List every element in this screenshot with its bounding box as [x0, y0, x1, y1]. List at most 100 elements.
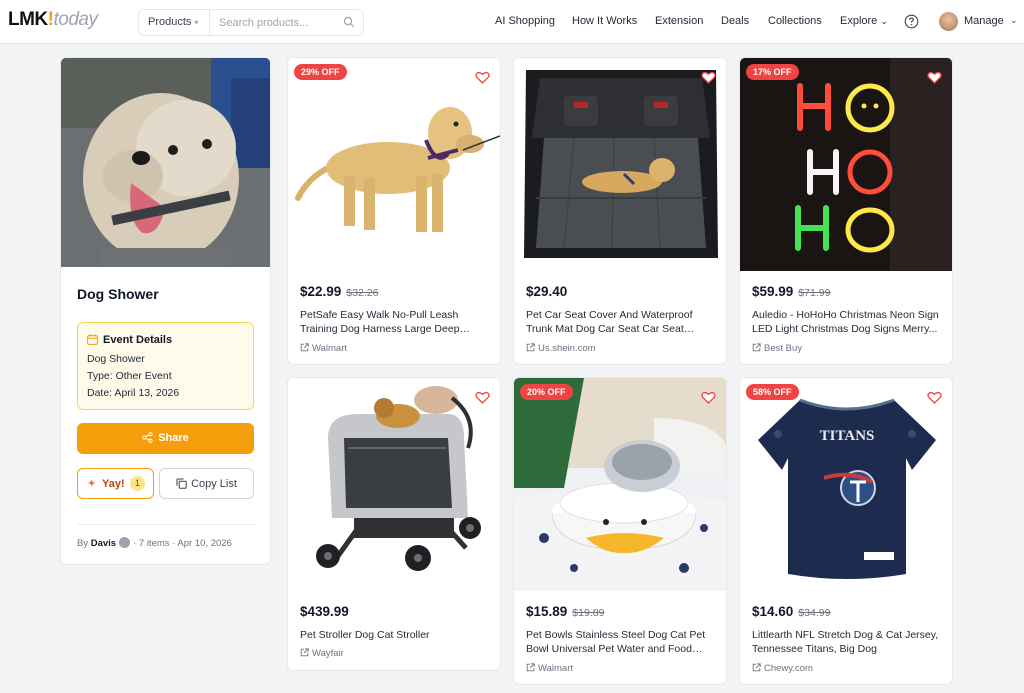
nav-collections[interactable]: Collections — [768, 15, 822, 27]
heart-icon[interactable] — [701, 70, 716, 85]
product-card[interactable]: TITANS 58% OFF $14.60 $34.99 Littlearth N… — [739, 377, 953, 685]
store-name: Chewy.com — [764, 663, 813, 674]
list-byline: By Davis · 7 items · Apr 10, 2026 — [77, 537, 232, 549]
party-popper-icon: ✦ — [87, 478, 97, 490]
product-title[interactable]: Pet Car Seat Cover And Waterproof Trunk … — [526, 308, 718, 336]
yay-label: Yay! — [102, 478, 125, 490]
yay-count: 1 — [130, 476, 145, 491]
event-heading-label: Event Details — [103, 334, 173, 346]
price-original: $34.99 — [798, 607, 831, 619]
heart-icon[interactable] — [927, 70, 942, 85]
search-input[interactable] — [211, 10, 337, 35]
nav-ai-shopping[interactable]: AI Shopping — [495, 15, 555, 27]
event-type: Type: Other Event — [87, 370, 172, 382]
store-link[interactable]: Wayfair — [300, 648, 344, 659]
product-image: 17% OFF — [740, 58, 952, 271]
store-name: Walmart — [312, 343, 348, 354]
heart-icon[interactable] — [475, 70, 490, 85]
nav-deals[interactable]: Deals — [721, 15, 749, 27]
product-price: $29.40 — [526, 284, 572, 299]
yay-button[interactable]: ✦ Yay! 1 — [77, 468, 154, 499]
logo-sub: today — [53, 9, 98, 30]
calendar-icon — [87, 334, 98, 345]
product-card[interactable]: $29.40 Pet Car Seat Cover And Waterproof… — [513, 57, 727, 365]
discount-badge: 58% OFF — [746, 384, 799, 400]
list-panel: Dog Shower Event Details Dog Shower Type… — [60, 57, 271, 565]
share-label: Share — [158, 432, 189, 444]
heart-icon[interactable] — [927, 390, 942, 405]
logo[interactable]: LMK!today — [8, 9, 98, 31]
product-image: 29% OFF — [288, 58, 500, 271]
price-current: $29.40 — [526, 284, 568, 299]
store-link[interactable]: Us.shein.com — [526, 343, 596, 354]
product-price: $439.99 — [300, 604, 354, 619]
by-prefix: By — [77, 538, 89, 549]
product-card[interactable]: 17% OFF $59.99 $71.99 Auledio - HoHoHo Ch… — [739, 57, 953, 365]
manage-menu[interactable]: Manage — [964, 15, 1004, 27]
chevron-down-icon: ⌄ — [880, 16, 888, 26]
nav-how-it-works[interactable]: How It Works — [572, 15, 637, 27]
event-name: Dog Shower — [87, 353, 145, 365]
product-price: $15.89 $19.89 — [526, 604, 604, 619]
event-details-heading: Event Details — [87, 334, 172, 346]
store-link[interactable]: Walmart — [526, 663, 573, 674]
search-icon[interactable] — [343, 16, 355, 28]
discount-badge: 20% OFF — [520, 384, 573, 400]
chevron-down-icon: ⌄ — [1010, 15, 1018, 25]
list-cover-image — [61, 58, 270, 267]
share-button[interactable]: Share — [77, 423, 254, 454]
event-date: Date: April 13, 2026 — [87, 387, 180, 399]
event-details-box: Event Details Dog Shower Type: Other Eve… — [77, 322, 254, 410]
chevron-down-icon: ▾ — [194, 18, 199, 27]
product-image — [514, 58, 726, 271]
divider — [77, 524, 254, 525]
external-link-icon — [752, 343, 761, 352]
discount-badge: 17% OFF — [746, 64, 799, 80]
heart-icon[interactable] — [701, 390, 716, 405]
nav-explore[interactable]: Explore ⌄ — [840, 15, 888, 27]
product-title[interactable]: PetSafe Easy Walk No-Pull Leash Training… — [300, 308, 492, 336]
price-current: $439.99 — [300, 604, 349, 619]
product-image: 20% OFF — [514, 378, 726, 591]
price-current: $59.99 — [752, 284, 794, 299]
product-title[interactable]: Pet Bowls Stainless Steel Dog Cat Pet Bo… — [526, 628, 718, 656]
copy-list-label: Copy List — [191, 478, 237, 490]
nav-extension[interactable]: Extension — [655, 15, 703, 27]
external-link-icon — [300, 343, 309, 352]
price-current: $22.99 — [300, 284, 342, 299]
store-name: Walmart — [538, 663, 574, 674]
price-original: $19.89 — [572, 607, 605, 619]
category-select[interactable]: Products ▾ — [139, 10, 210, 35]
heart-icon[interactable] — [475, 390, 490, 405]
product-price: $59.99 $71.99 — [752, 284, 830, 299]
list-meta: · 7 items · Apr 10, 2026 — [133, 538, 232, 549]
list-title: Dog Shower — [77, 286, 159, 302]
product-card[interactable]: 29% OFF $22.99 $32.26 PetSafe Easy Walk N… — [287, 57, 501, 365]
product-title[interactable]: Auledio - HoHoHo Christmas Neon Sign LED… — [752, 308, 944, 336]
logo-main: LMK — [8, 9, 48, 30]
help-icon[interactable] — [904, 14, 919, 29]
store-name: Wayfair — [312, 648, 344, 659]
author-name[interactable]: Davis — [91, 538, 116, 549]
price-current: $14.60 — [752, 604, 794, 619]
search-bar: Products ▾ — [138, 9, 364, 36]
store-link[interactable]: Walmart — [300, 343, 347, 354]
user-avatar[interactable] — [939, 12, 958, 31]
price-current: $15.89 — [526, 604, 568, 619]
copy-list-button[interactable]: Copy List — [159, 468, 254, 499]
external-link-icon — [526, 663, 535, 672]
share-icon — [142, 432, 153, 443]
price-original: $71.99 — [798, 287, 831, 299]
price-original: $32.26 — [346, 287, 379, 299]
product-price: $22.99 $32.26 — [300, 284, 378, 299]
external-link-icon — [526, 343, 535, 352]
product-card[interactable]: $439.99 Pet Stroller Dog Cat Stroller Wa… — [287, 377, 501, 671]
product-image: TITANS 58% OFF — [740, 378, 952, 591]
product-title[interactable]: Pet Stroller Dog Cat Stroller — [300, 628, 492, 642]
jersey-text: TITANS — [820, 428, 875, 444]
store-link[interactable]: Chewy.com — [752, 663, 813, 674]
nav-explore-label: Explore — [840, 15, 878, 27]
product-card[interactable]: 20% OFF $15.89 $19.89 Pet Bowls Stainless… — [513, 377, 727, 685]
product-title[interactable]: Littlearth NFL Stretch Dog & Cat Jersey,… — [752, 628, 944, 656]
store-link[interactable]: Best Buy — [752, 343, 802, 354]
